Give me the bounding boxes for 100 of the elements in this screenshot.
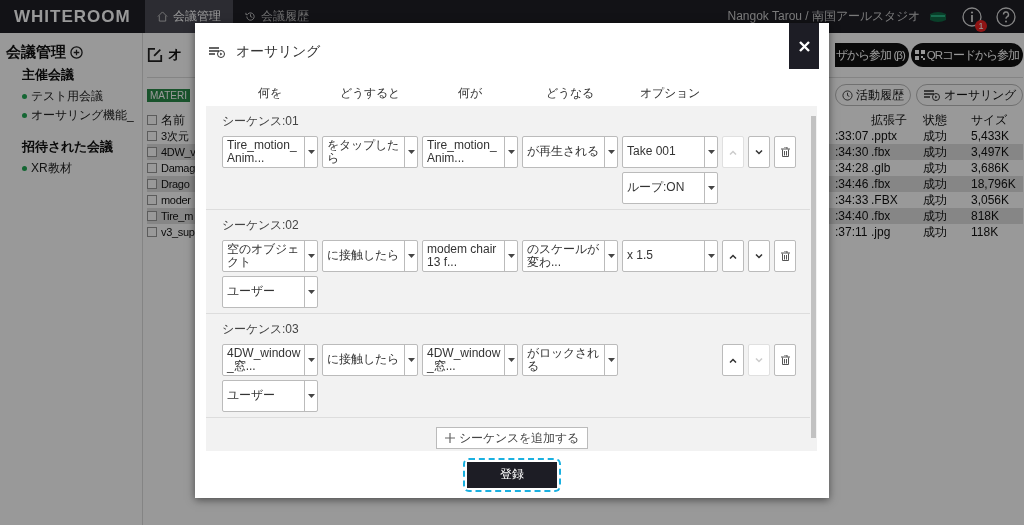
delete-button[interactable] (774, 240, 796, 272)
dropdown[interactable]: ユーザー (222, 276, 318, 308)
checkbox[interactable] (147, 163, 157, 173)
caret-icon (407, 254, 415, 258)
dropdown[interactable]: Take 001 (622, 136, 718, 168)
trash-icon (780, 355, 790, 365)
close-icon (798, 40, 810, 52)
table-cell: .jpg (871, 225, 891, 239)
dropdown[interactable]: をタップしたら (322, 136, 418, 168)
caret-icon (307, 394, 315, 398)
logo: WHITEROOM (13, 6, 132, 27)
caret-icon (307, 150, 315, 154)
table-cell: .FBX (871, 193, 898, 207)
clock-icon (842, 89, 853, 101)
table-cell: 18,796K (971, 177, 1016, 191)
checkbox[interactable] (147, 195, 157, 205)
move-up-button[interactable] (722, 344, 744, 376)
dropdown[interactable]: 4DW_window_窓... (222, 344, 318, 376)
sequence-label: シーケンス:02 (222, 218, 299, 232)
dropdown[interactable]: Tire_motion_Anim... (222, 136, 318, 168)
dropdown[interactable]: がロックされる (522, 344, 618, 376)
caret-icon (507, 254, 515, 258)
checkbox[interactable] (147, 211, 157, 221)
info-icon[interactable] (962, 6, 982, 27)
join-button[interactable]: QRコードから参加 (910, 43, 1023, 67)
chevron-down-icon (755, 149, 763, 155)
delete-button[interactable] (774, 344, 796, 376)
table-cell: :37:11 (835, 225, 868, 239)
table-cell: 5,433K (971, 129, 1010, 143)
checkbox[interactable] (147, 179, 157, 189)
checkbox[interactable] (147, 147, 157, 157)
table-cell: :34:40 (835, 209, 869, 223)
sequence-label: シーケンス:03 (222, 322, 299, 336)
delete-button[interactable] (774, 136, 796, 168)
table-cell: 成功 (923, 143, 947, 161)
table-cell: :34:28 (835, 161, 869, 175)
dropdown[interactable]: 空のオブジェクト (222, 240, 318, 272)
sidebar-item[interactable]: オーサリング機能_ (31, 107, 134, 124)
caret-icon (607, 150, 615, 154)
nav-tab[interactable]: 会議履歴 (233, 0, 321, 33)
bullet-icon (22, 166, 27, 171)
table-cell: v3_sup (161, 226, 195, 238)
caret-icon (407, 150, 415, 154)
checkbox[interactable] (147, 227, 157, 237)
add-circle-icon[interactable] (70, 46, 83, 59)
dropdown[interactable]: x 1.5 (622, 240, 718, 272)
add-sequence-button[interactable]: シーケンスを追加する (435, 427, 588, 449)
caret-icon (507, 358, 515, 362)
column-header: 名前 (161, 111, 185, 129)
caret-icon (607, 358, 615, 362)
trash-icon (780, 147, 790, 157)
list-play-icon (923, 89, 941, 101)
move-up-button[interactable] (722, 240, 744, 272)
sidebar-heading: 招待された会議 (22, 138, 114, 156)
dropdown[interactable]: が再生される (522, 136, 618, 168)
tool-button[interactable]: 活動履歴 (835, 84, 911, 106)
table-cell: 4DW_v (161, 146, 196, 158)
edit-icon (147, 47, 163, 63)
table-cell: .fbx (871, 209, 891, 223)
chevron-up-icon (729, 149, 737, 155)
tool-button[interactable]: オーサリング (916, 84, 1023, 106)
page-title: オ (168, 46, 182, 64)
table-cell: 成功 (923, 207, 947, 225)
join-button[interactable]: ザから参加 (β) (835, 43, 909, 67)
dropdown[interactable]: のスケールが変わ... (522, 240, 618, 272)
sidebar-item[interactable]: XR教材 (31, 160, 72, 177)
table-cell: 成功 (923, 191, 947, 209)
table-cell: 3,497K (971, 145, 1010, 159)
dropdown[interactable]: ユーザー (222, 380, 318, 412)
table-cell: 3,686K (971, 161, 1010, 175)
sidebar-item[interactable]: テスト用会議 (31, 88, 103, 105)
table-cell: .pptx (871, 129, 897, 143)
dropdown[interactable]: ループ:ON (622, 172, 718, 204)
checkbox[interactable] (147, 131, 157, 141)
submit-button[interactable]: 登録 (467, 461, 557, 488)
checkbox[interactable] (147, 115, 157, 125)
dropdown[interactable]: に接触したら (322, 240, 418, 272)
table-cell: 3,056K (971, 193, 1010, 207)
close-button[interactable] (789, 23, 819, 69)
table-cell: .glb (871, 161, 891, 175)
table-cell: 成功 (923, 127, 947, 145)
column-header: 何が (457, 85, 483, 102)
table-cell: 成功 (923, 159, 947, 177)
dropdown[interactable]: modem chair 13 f... (422, 240, 518, 272)
column-header: オプション (639, 85, 701, 102)
caret-icon (307, 290, 315, 294)
dropdown[interactable]: 4DW_window_窓... (422, 344, 518, 376)
column-header: 何を (257, 85, 283, 102)
trash-icon (780, 251, 790, 261)
dropdown[interactable]: Tire_motion_Anim... (422, 136, 518, 168)
chevron-down-icon (755, 357, 763, 363)
table-cell: 118K (971, 225, 999, 239)
table-cell: Drago (161, 178, 190, 190)
table-cell: :34:33 (835, 193, 869, 207)
table-cell: 成功 (923, 223, 947, 241)
help-icon[interactable] (996, 6, 1016, 27)
dropdown[interactable]: に接触したら (322, 344, 418, 376)
column-header: 状態 (923, 111, 947, 129)
caret-icon (307, 254, 315, 258)
chevron-down-icon (755, 253, 763, 259)
